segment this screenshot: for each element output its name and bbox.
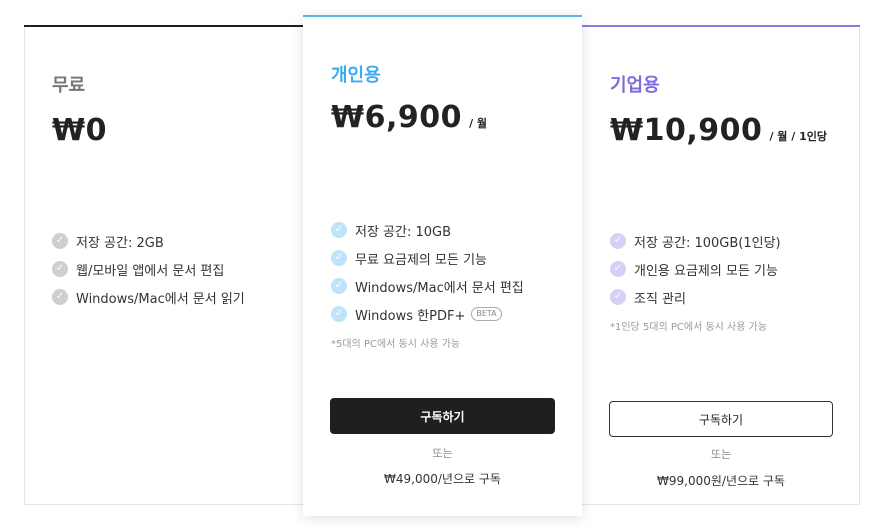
feature-item: ✓ 저장 공간: 2GB <box>52 227 245 255</box>
price-row: ₩0 <box>52 113 107 148</box>
check-circle-icon: ✓ <box>610 261 626 277</box>
check-circle-icon: ✓ <box>331 222 347 238</box>
plan-card-personal: 개인용 ₩6,900 / 월 ✓ 저장 공간: 10GB ✓ 무료 요금제의 모… <box>303 15 582 516</box>
feature-list: ✓ 저장 공간: 100GB(1인당) ✓ 개인용 요금제의 모든 기능 ✓ 조… <box>610 227 781 311</box>
feature-label: 개인용 요금제의 모든 기능 <box>634 263 778 279</box>
plan-price: ₩10,900 <box>610 113 763 148</box>
check-circle-icon: ✓ <box>610 233 626 249</box>
feature-item: ✓ 웹/모바일 앱에서 문서 편집 <box>52 255 245 283</box>
check-circle-icon: ✓ <box>610 289 626 305</box>
check-circle-icon: ✓ <box>331 250 347 266</box>
plan-name: 기업용 <box>610 75 660 96</box>
feature-label: 무료 요금제의 모든 기능 <box>355 252 487 268</box>
feature-label: 저장 공간: 10GB <box>355 224 452 240</box>
check-circle-icon: ✓ <box>331 278 347 294</box>
price-row: ₩6,900 / 월 <box>331 100 487 135</box>
feature-label: 저장 공간: 2GB <box>76 235 164 251</box>
plan-name: 개인용 <box>331 65 381 86</box>
feature-label: Windows 한PDF+ <box>355 308 466 324</box>
plan-card-free: 무료 ₩0 ✓ 저장 공간: 2GB ✓ 웹/모바일 앱에서 문서 편집 ✓ W… <box>24 25 304 505</box>
feature-label: 웹/모바일 앱에서 문서 편집 <box>76 263 225 279</box>
or-separator: 또는 <box>710 448 732 461</box>
feature-list: ✓ 저장 공간: 2GB ✓ 웹/모바일 앱에서 문서 편집 ✓ Windows… <box>52 227 245 311</box>
feature-item: ✓ Windows/Mac에서 문서 편집 <box>331 272 524 300</box>
feature-item: ✓ Windows 한PDF+ BETA <box>331 300 524 328</box>
check-circle-icon: ✓ <box>331 306 347 322</box>
feature-label: Windows/Mac에서 문서 편집 <box>355 280 524 296</box>
feature-item: ✓ 무료 요금제의 모든 기능 <box>331 244 524 272</box>
price-row: ₩10,900 / 월 / 1인당 <box>610 113 827 148</box>
feature-label: 저장 공간: 100GB(1인당) <box>634 235 781 251</box>
or-separator: 또는 <box>432 447 453 460</box>
check-circle-icon: ✓ <box>52 289 68 305</box>
annual-subscribe-link[interactable]: ₩99,000원/년으로 구독 <box>609 472 833 489</box>
feature-item: ✓ Windows/Mac에서 문서 읽기 <box>52 283 245 311</box>
plan-footnote: *5대의 PC에서 동시 사용 가능 <box>331 339 461 350</box>
feature-list: ✓ 저장 공간: 10GB ✓ 무료 요금제의 모든 기능 ✓ Windows/… <box>331 216 524 328</box>
check-circle-icon: ✓ <box>52 261 68 277</box>
plan-card-enterprise: 기업용 ₩10,900 / 월 / 1인당 ✓ 저장 공간: 100GB(1인당… <box>582 25 860 505</box>
price-period: / 월 <box>469 117 488 130</box>
feature-item: ✓ 개인용 요금제의 모든 기능 <box>610 255 781 283</box>
plan-price: ₩0 <box>52 113 107 148</box>
price-period: / 월 / 1인당 <box>769 130 827 143</box>
plan-footnote: *1인당 5대의 PC에서 동시 사용 가능 <box>610 322 768 333</box>
plan-name: 무료 <box>52 75 86 96</box>
annual-subscribe-link[interactable]: ₩49,000/년으로 구독 <box>330 470 555 487</box>
check-circle-icon: ✓ <box>52 233 68 249</box>
feature-item: ✓ 저장 공간: 10GB <box>331 216 524 244</box>
feature-label: Windows/Mac에서 문서 읽기 <box>76 291 245 307</box>
subscribe-button[interactable]: 구독하기 <box>330 398 555 434</box>
feature-item: ✓ 저장 공간: 100GB(1인당) <box>610 227 781 255</box>
feature-item: ✓ 조직 관리 <box>610 283 781 311</box>
plan-price: ₩6,900 <box>331 100 462 135</box>
subscribe-button[interactable]: 구독하기 <box>609 401 833 437</box>
feature-label: 조직 관리 <box>634 291 686 307</box>
beta-badge: BETA <box>471 307 502 321</box>
